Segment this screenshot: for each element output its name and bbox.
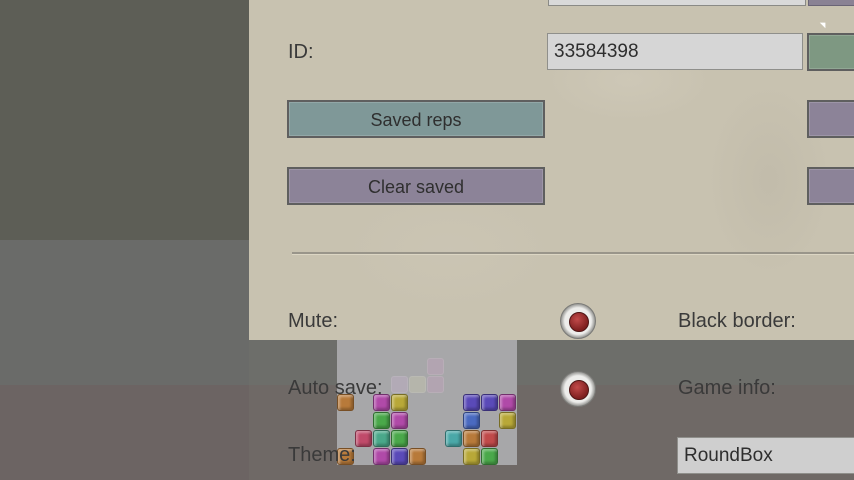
right-button-stub-2[interactable] — [807, 167, 854, 205]
preview-block-tile — [463, 430, 480, 447]
theme-preview — [337, 340, 517, 465]
preview-block-tile — [409, 376, 426, 393]
preview-block-tile — [391, 430, 408, 447]
preview-block-tile — [391, 394, 408, 411]
mute-label: Mute: — [288, 310, 339, 332]
preview-block-tile — [391, 448, 408, 465]
preview-block-tile — [391, 376, 408, 393]
preview-block-tile — [427, 376, 444, 393]
preview-block-tile — [463, 412, 480, 429]
theme-select[interactable]: RoundBox — [677, 437, 854, 474]
right-button-stub-1[interactable] — [807, 100, 854, 138]
preview-block-tile — [355, 430, 372, 447]
auto-save-toggle[interactable] — [560, 371, 596, 407]
preview-block-tile — [391, 412, 408, 429]
id-label: ID: — [288, 41, 314, 63]
id-go-button[interactable] — [807, 33, 854, 71]
preview-block-tile — [499, 394, 516, 411]
id-input[interactable]: 33584398 — [547, 33, 803, 70]
preview-block-tile — [481, 430, 498, 447]
preview-block-tile — [373, 448, 390, 465]
preview-block-tile — [445, 430, 462, 447]
preview-block-tile — [481, 448, 498, 465]
preview-block-tile — [463, 394, 480, 411]
preview-block-tile — [409, 448, 426, 465]
preview-block-tile — [463, 448, 480, 465]
preview-block-tile — [499, 412, 516, 429]
section-divider — [292, 252, 854, 255]
preview-block-tile — [427, 358, 444, 375]
game-info-label: Game info: — [678, 377, 776, 399]
clear-saved-button[interactable]: Clear saved — [287, 167, 545, 205]
radio-toggle-icon — [569, 380, 589, 400]
saved-reps-button[interactable]: Saved reps — [287, 100, 545, 138]
radio-toggle-icon — [569, 312, 589, 332]
top-right-button-stub[interactable] — [808, 0, 854, 6]
top-input-stub[interactable] — [548, 0, 806, 6]
preview-block-tile — [373, 430, 390, 447]
preview-block-tile — [481, 394, 498, 411]
background-left — [0, 0, 250, 240]
black-border-label: Black border: — [678, 310, 796, 332]
mute-toggle[interactable] — [560, 303, 596, 339]
preview-block-tile — [373, 412, 390, 429]
theme-label: Theme: — [288, 444, 356, 466]
auto-save-label: Auto save: — [288, 377, 383, 399]
